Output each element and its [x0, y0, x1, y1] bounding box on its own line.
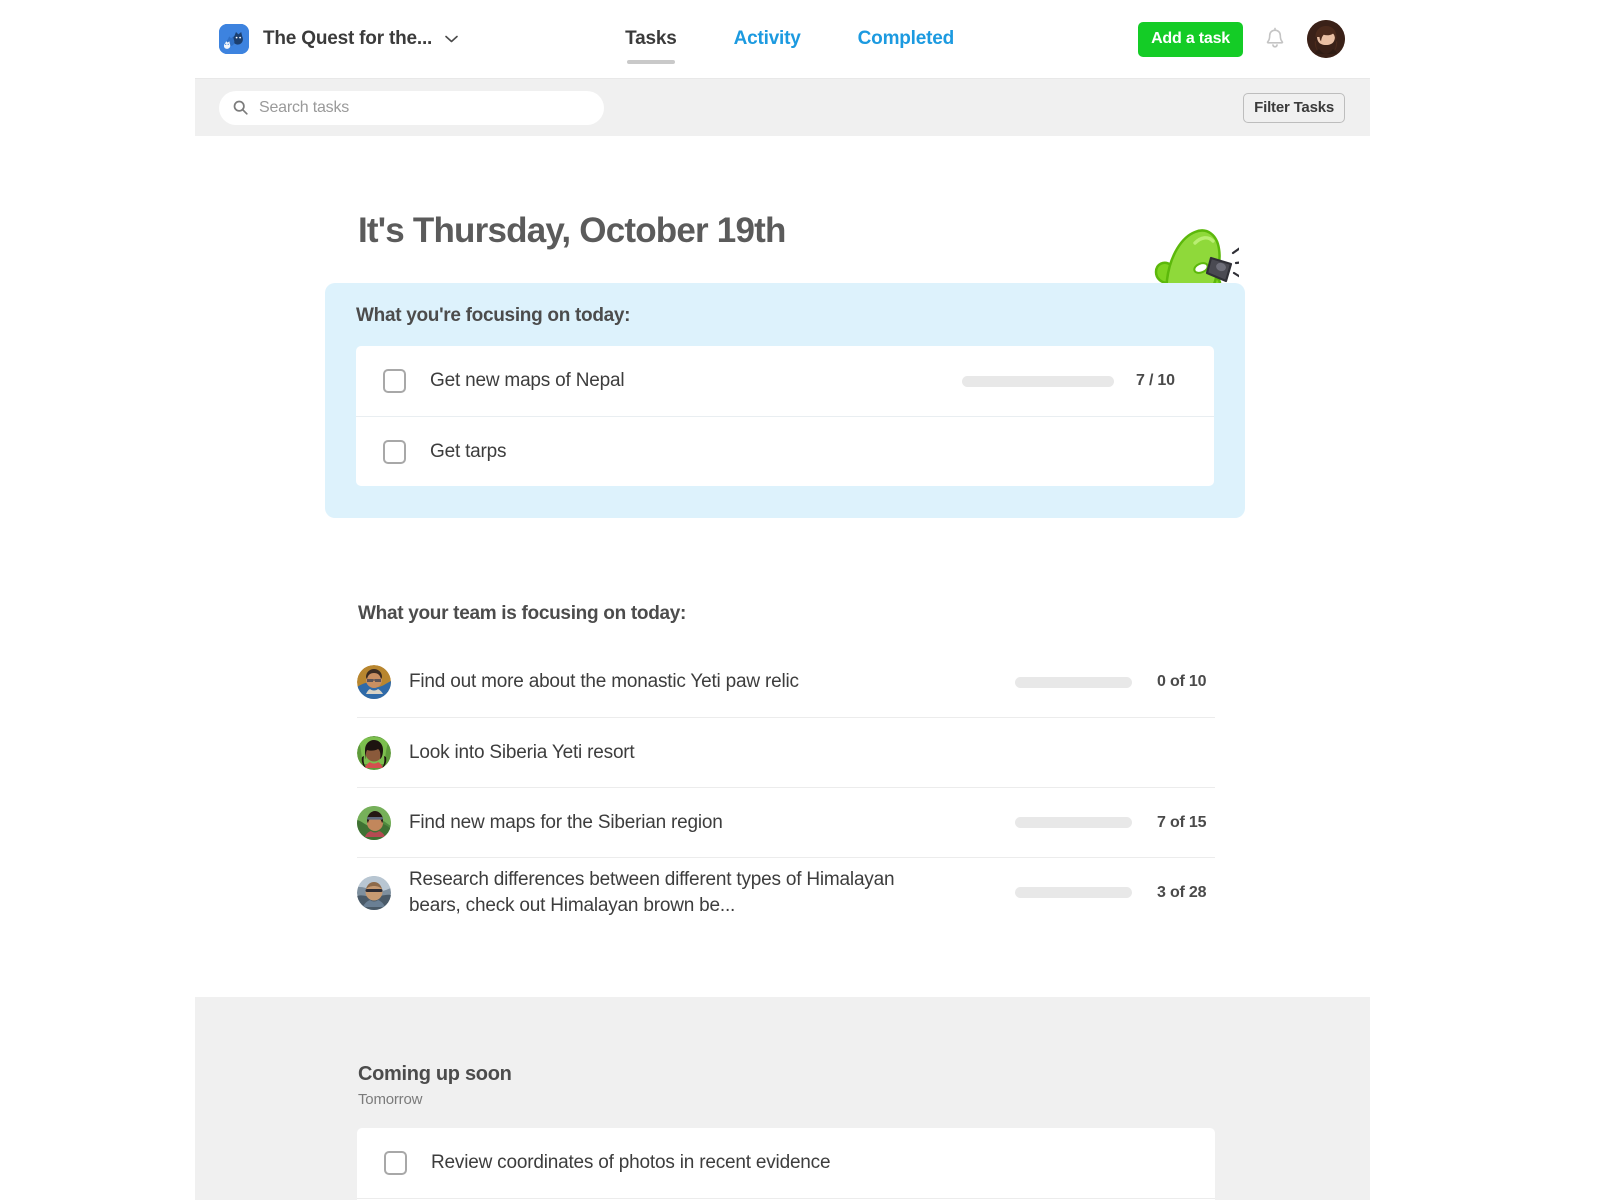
upcoming-task-list: Review coordinates of photos in recent e… [357, 1128, 1215, 1200]
progress-bar [1015, 676, 1132, 688]
project-switcher[interactable]: The Quest for the... [219, 24, 458, 54]
tab-tasks[interactable]: Tasks [625, 28, 677, 64]
search-toolbar: Filter Tasks [195, 78, 1370, 136]
team-task-row[interactable]: Find new maps for the Siberian region 7 … [357, 787, 1215, 857]
task-progress: 7 / 10 [962, 372, 1188, 390]
search-icon [233, 100, 248, 115]
my-focus-panel: What you're focusing on today: Get new m… [325, 283, 1245, 518]
app-window: The Quest for the... Tasks Activity Comp… [195, 0, 1370, 1200]
bell-icon[interactable] [1265, 27, 1285, 51]
team-task-label: Find new maps for the Siberian region [409, 811, 723, 833]
upcoming-task-row[interactable]: Review coordinates of photos in recent e… [357, 1128, 1215, 1198]
my-focus-heading: What you're focusing on today: [356, 305, 631, 326]
search-box[interactable] [219, 90, 604, 125]
screen-root: The Quest for the... Tasks Activity Comp… [0, 0, 1600, 1200]
task-row[interactable]: Get tarps [356, 416, 1214, 486]
progress-count: 3 of 28 [1157, 883, 1207, 901]
team-task-row[interactable]: Look into Siberia Yeti resort [357, 717, 1215, 787]
teammate-avatar [357, 805, 391, 840]
tab-completed[interactable]: Completed [858, 28, 955, 50]
team-task-label: Look into Siberia Yeti resort [409, 741, 635, 763]
tab-activity[interactable]: Activity [734, 28, 801, 50]
main-content: It's Thursday, October 19th What you're … [195, 211, 1370, 1200]
teammate-avatar [357, 665, 391, 699]
top-navigation-bar: The Quest for the... Tasks Activity Comp… [195, 0, 1370, 78]
progress-bar [962, 375, 1114, 387]
filter-tasks-button[interactable]: Filter Tasks [1243, 92, 1345, 123]
project-name: The Quest for the... [263, 28, 433, 49]
my-focus-task-list: Get new maps of Nepal 7 / 10 Get tarps [356, 346, 1214, 486]
task-checkbox[interactable] [383, 369, 406, 393]
team-task-progress: 7 of 15 [1015, 814, 1215, 832]
team-focus-heading: What your team is focusing on today: [358, 603, 687, 624]
upcoming-title: Coming up soon [358, 1063, 512, 1085]
nav-tabs: Tasks Activity Completed [625, 28, 955, 64]
chevron-down-icon[interactable] [445, 33, 458, 46]
progress-bar [1015, 817, 1132, 828]
upcoming-section: Coming up soon Tomorrow Review coordinat… [195, 997, 1370, 1200]
upcoming-task-label: Review coordinates of photos in recent e… [431, 1152, 831, 1173]
team-task-label: Research differences between different t… [409, 868, 895, 916]
team-task-row[interactable]: Research differences between different t… [357, 857, 1215, 927]
progress-bar [1015, 887, 1132, 898]
search-input[interactable] [259, 98, 590, 117]
team-task-progress: 0 of 10 [1015, 673, 1215, 691]
progress-count: 0 of 10 [1157, 673, 1207, 690]
teammate-avatar [357, 875, 391, 910]
task-checkbox[interactable] [384, 1151, 407, 1175]
teammate-avatar [357, 735, 391, 770]
team-task-progress: 3 of 28 [1015, 884, 1215, 902]
add-task-button[interactable]: Add a task [1138, 21, 1243, 57]
upcoming-subtitle: Tomorrow [358, 1091, 423, 1108]
progress-count: 7 of 15 [1157, 813, 1207, 831]
cats-logo-icon [219, 24, 249, 54]
team-task-label: Find out more about the monastic Yeti pa… [409, 671, 799, 692]
progress-count: 7 / 10 [1136, 372, 1175, 389]
avatar[interactable] [1307, 20, 1345, 58]
task-row[interactable]: Get new maps of Nepal 7 / 10 [356, 346, 1214, 416]
task-label: Get tarps [430, 440, 507, 462]
nav-actions: Add a task [1138, 20, 1345, 58]
task-label: Get new maps of Nepal [430, 370, 625, 391]
team-task-list: Find out more about the monastic Yeti pa… [357, 647, 1215, 927]
team-task-row[interactable]: Find out more about the monastic Yeti pa… [357, 647, 1215, 717]
page-title: It's Thursday, October 19th [358, 211, 786, 250]
task-checkbox[interactable] [383, 439, 406, 464]
